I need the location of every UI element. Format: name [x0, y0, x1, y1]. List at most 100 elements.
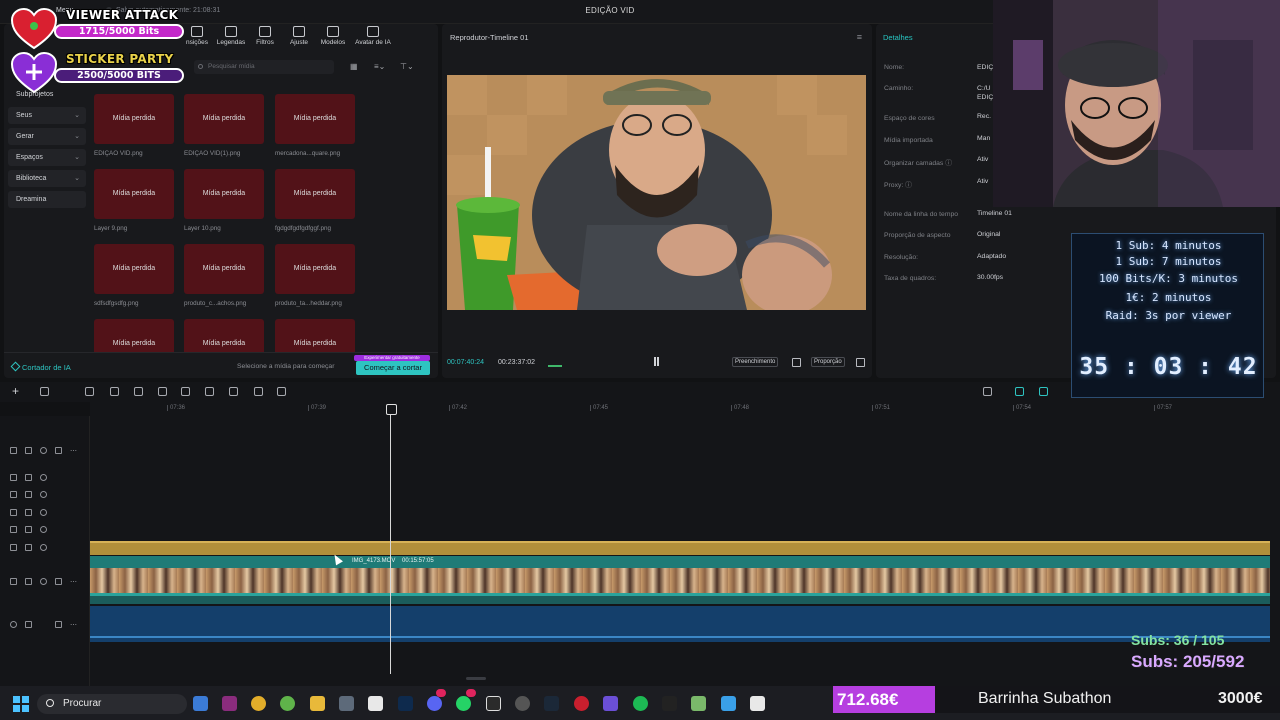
microphone-icon[interactable] [983, 387, 992, 396]
undo-icon[interactable] [85, 387, 94, 396]
ratio-button[interactable]: Proporção [811, 357, 845, 367]
eye-icon[interactable] [40, 509, 47, 516]
video-preview[interactable] [447, 75, 866, 310]
magnet-icon[interactable] [1039, 387, 1048, 396]
app-icon[interactable] [574, 696, 589, 711]
epic-games-icon[interactable] [486, 696, 501, 711]
freeze-icon[interactable] [254, 387, 263, 396]
eye-icon[interactable] [40, 491, 47, 498]
audio-clip[interactable] [90, 606, 1270, 642]
sidebar-item-dreamina[interactable]: Dreamina [8, 191, 86, 208]
lock-icon[interactable] [25, 578, 32, 585]
notepad-icon[interactable] [721, 696, 736, 711]
discord-icon[interactable] [427, 696, 442, 711]
tab-ai-avatar[interactable]: Avatar de IA [350, 26, 396, 46]
grid-view-icon[interactable]: ▦ [350, 62, 358, 71]
app-icon[interactable] [603, 696, 618, 711]
whatsapp-icon[interactable] [456, 696, 471, 711]
tab-adjust[interactable]: Ajuste [282, 26, 316, 46]
app-icon[interactable] [280, 696, 295, 711]
photoshop-icon[interactable] [398, 696, 413, 711]
link-icon[interactable] [1015, 387, 1024, 396]
sidebar-item-yours[interactable]: Seus ⌄ [8, 107, 86, 124]
lock-icon[interactable] [25, 447, 32, 454]
media-item[interactable]: Mídia perdida produto_ta...heddar.png [275, 244, 355, 307]
audio-icon[interactable] [55, 447, 62, 454]
lock-icon[interactable] [25, 544, 32, 551]
split-icon[interactable] [134, 387, 143, 396]
media-item[interactable]: Mídia perdida produto_c...achos.png [184, 244, 264, 307]
timeline-tracks[interactable]: IMG_4173.MOV 00:15:57:05 [90, 416, 1280, 686]
capcut-icon[interactable] [750, 696, 765, 711]
lock-icon[interactable] [25, 474, 32, 481]
taskbar-search[interactable]: Procurar [37, 694, 187, 714]
capcut-icon[interactable] [368, 696, 383, 711]
delete-icon[interactable] [205, 387, 214, 396]
tab-filters[interactable]: Filtros [248, 26, 282, 46]
trim-right-icon[interactable] [181, 387, 190, 396]
taskview-icon[interactable] [193, 696, 208, 711]
app-icon[interactable] [662, 696, 677, 711]
redo-icon[interactable] [110, 387, 119, 396]
sidebar-item-library[interactable]: Biblioteca ⌄ [8, 170, 86, 187]
more-icon[interactable]: ⋯ [70, 447, 77, 457]
app-icon[interactable] [515, 696, 530, 711]
lock-icon[interactable] [25, 491, 32, 498]
media-item[interactable]: Mídia perdida sdfsdfgsdfg.png [94, 244, 174, 307]
eye-icon[interactable] [40, 578, 47, 585]
audio-icon[interactable] [55, 578, 62, 585]
eye-icon[interactable] [40, 474, 47, 481]
media-item[interactable]: Mídia perdida fgdgdfgdfgdfggf.png [275, 169, 355, 232]
crop-icon[interactable] [792, 358, 801, 367]
tab-templates[interactable]: Modelos [316, 26, 350, 46]
player-menu-icon[interactable]: ≡ [857, 32, 862, 42]
shield-icon[interactable] [229, 387, 238, 396]
eye-icon[interactable] [40, 544, 47, 551]
timeline-scrollbar[interactable] [466, 677, 486, 680]
spotify-icon[interactable] [633, 696, 648, 711]
app-icon[interactable] [691, 696, 706, 711]
time-ruler[interactable]: 07:36 07:39 07:42 07:45 07:48 07:51 07:5… [90, 402, 1280, 416]
fill-button[interactable]: Preenchimento [732, 357, 779, 367]
pause-button[interactable] [652, 357, 661, 367]
sidebar-item-generate[interactable]: Gerar ⌄ [8, 128, 86, 145]
more-icon[interactable]: ⋯ [70, 621, 77, 631]
media-item[interactable]: Mídia perdida EDIÇÃO VID(1).png [184, 94, 264, 157]
windows-start-icon[interactable] [13, 696, 29, 712]
media-item[interactable]: Mídia perdida Layer 10.png [184, 169, 264, 232]
start-cutting-button[interactable]: Começar a cortar [356, 361, 430, 375]
more-icon[interactable]: ⋯ [70, 578, 77, 588]
audio-icon[interactable] [55, 621, 62, 628]
tab-captions[interactable]: Legendas [214, 26, 248, 46]
lock-icon[interactable] [25, 509, 32, 516]
app-icon[interactable] [222, 696, 237, 711]
media-item[interactable]: Mídia perdida [94, 319, 174, 352]
media-item[interactable]: Mídia perdida Layer 9.png [94, 169, 174, 232]
select-tool-icon[interactable] [40, 387, 49, 396]
trim-left-icon[interactable] [158, 387, 167, 396]
video-clip[interactable]: IMG_4173.MOV 00:15:57:05 [90, 556, 1270, 604]
eye-icon[interactable] [40, 526, 47, 533]
media-item[interactable]: Mídia perdida EDIÇÃO VID.png [94, 94, 174, 157]
lock-icon[interactable] [25, 526, 32, 533]
media-item[interactable]: Mídia perdida [184, 319, 264, 352]
sidebar-item-spaces[interactable]: Espaços ⌄ [8, 149, 86, 166]
add-track-button[interactable]: + [12, 384, 19, 398]
folder-icon[interactable] [310, 696, 325, 711]
media-search-input[interactable]: Pesquisar mídia [194, 60, 334, 74]
media-item[interactable]: Mídia perdida [275, 319, 355, 352]
draw-icon[interactable] [277, 387, 286, 396]
media-item[interactable]: Mídia perdida mercadona...quare.png [275, 94, 355, 157]
calculator-icon[interactable] [339, 696, 354, 711]
filter-icon[interactable]: ⊤⌄ [400, 62, 414, 71]
fullscreen-icon[interactable] [856, 358, 865, 367]
ai-cutter-label[interactable]: Cortador de IA [22, 363, 71, 372]
search-icon [198, 64, 203, 69]
playhead[interactable] [386, 404, 397, 674]
lock-icon[interactable] [25, 621, 32, 628]
adjustment-clip[interactable] [90, 541, 1270, 555]
chrome-icon[interactable] [251, 696, 266, 711]
sort-icon[interactable]: ≡⌄ [374, 62, 385, 71]
eye-icon[interactable] [40, 447, 47, 454]
steam-icon[interactable] [544, 696, 559, 711]
